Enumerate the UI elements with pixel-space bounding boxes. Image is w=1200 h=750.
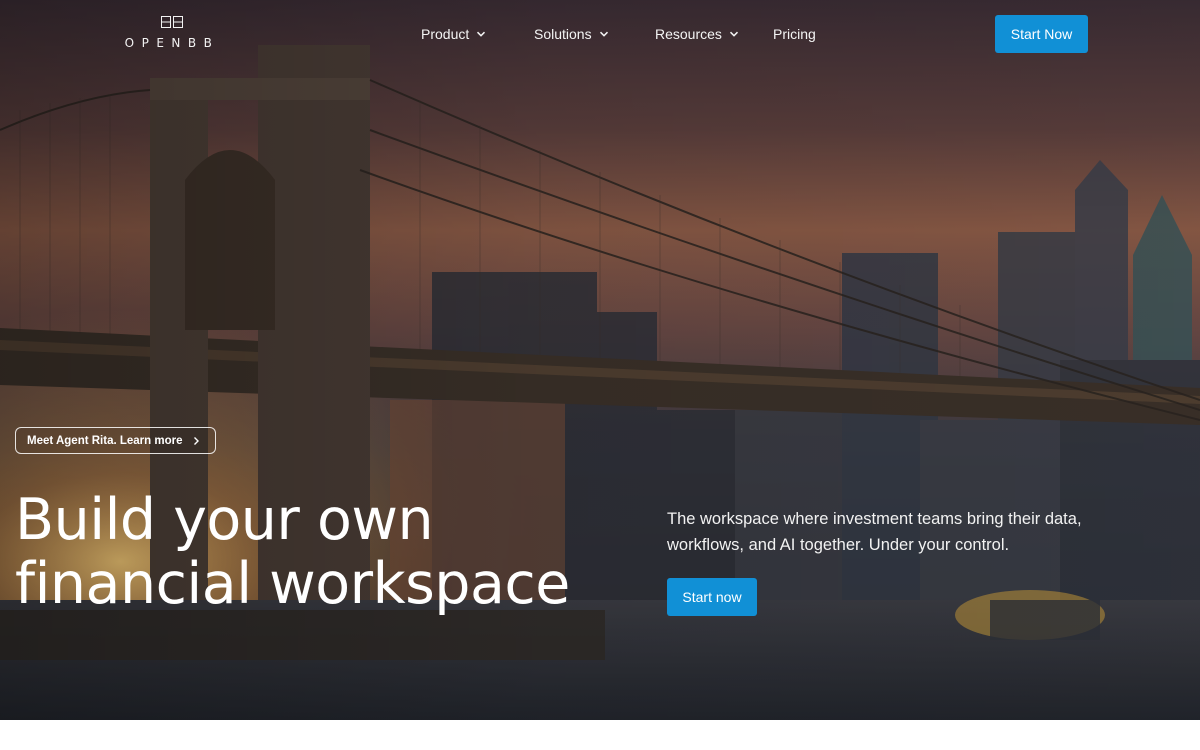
hero-headline-line-2: financial workspace	[15, 551, 570, 617]
nav-item-solutions[interactable]: Solutions	[534, 24, 609, 44]
chevron-down-icon	[599, 31, 608, 37]
brand-name: OPENBB	[124, 36, 220, 50]
hero-headline: Build your own financial workspace	[15, 488, 655, 616]
nav-item-label: Solutions	[534, 26, 592, 42]
nav-item-product[interactable]: Product	[421, 24, 486, 44]
nav-item-label: Pricing	[773, 26, 816, 42]
announcement-link[interactable]: Meet Agent Rita. Learn more	[15, 427, 216, 454]
nav-item-pricing[interactable]: Pricing	[773, 24, 816, 44]
nav-item-label: Product	[421, 26, 470, 42]
brand-logo[interactable]: OPENBB	[111, 16, 233, 52]
hero-subtitle: The workspace where investment teams bri…	[667, 510, 1082, 554]
nav-item-label: Resources	[655, 26, 722, 42]
start-now-button[interactable]: Start Now	[995, 15, 1088, 53]
announcement-text: Meet Agent Rita. Learn more	[27, 434, 183, 447]
chevron-down-icon	[729, 31, 738, 37]
hero-headline-line-1: Build your own	[15, 487, 434, 553]
hero-start-now-button[interactable]: Start now	[667, 578, 757, 616]
openbb-logo-icon	[161, 16, 183, 28]
nav-item-resources[interactable]: Resources	[655, 24, 739, 44]
chevron-down-icon	[477, 31, 486, 37]
chevron-right-icon	[194, 437, 199, 445]
page-bottom-strip	[0, 720, 1200, 750]
hero-section: OPENBB Product Solutions Resources Prici…	[0, 0, 1200, 720]
